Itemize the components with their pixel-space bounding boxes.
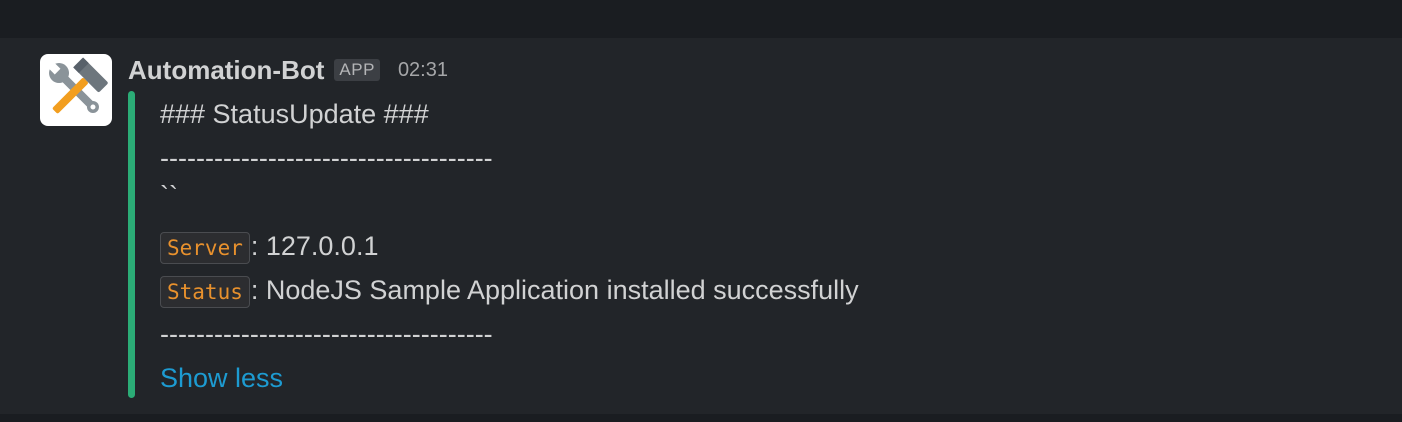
separator-bottom: ------------------------------------- xyxy=(160,319,493,349)
show-less-link[interactable]: Show less xyxy=(160,358,283,398)
message-header: Automation-Bot APP 02:31 xyxy=(128,52,448,88)
field-value-status: : NodeJS Sample Application installed su… xyxy=(250,275,859,305)
attachment-title: ### StatusUpdate ### xyxy=(160,99,429,129)
field-key-server: Server xyxy=(160,232,250,264)
hammer-and-wrench-icon xyxy=(47,57,108,114)
attachment-color-bar xyxy=(128,91,135,398)
top-bar xyxy=(0,0,1402,38)
bot-name[interactable]: Automation-Bot xyxy=(128,55,324,86)
separator-top: ------------------------------------- xyxy=(160,143,493,173)
backticks-text: `` xyxy=(160,181,178,211)
bot-avatar[interactable] xyxy=(40,54,112,126)
field-row-status: Status: NodeJS Sample Application instal… xyxy=(160,270,859,310)
field-value-server: : 127.0.0.1 xyxy=(250,231,379,261)
field-row-server: Server: 127.0.0.1 xyxy=(160,226,378,266)
field-key-status: Status xyxy=(160,276,250,308)
app-badge: APP xyxy=(334,59,380,81)
message-timestamp[interactable]: 02:31 xyxy=(398,59,448,82)
bottom-bar xyxy=(0,414,1402,422)
